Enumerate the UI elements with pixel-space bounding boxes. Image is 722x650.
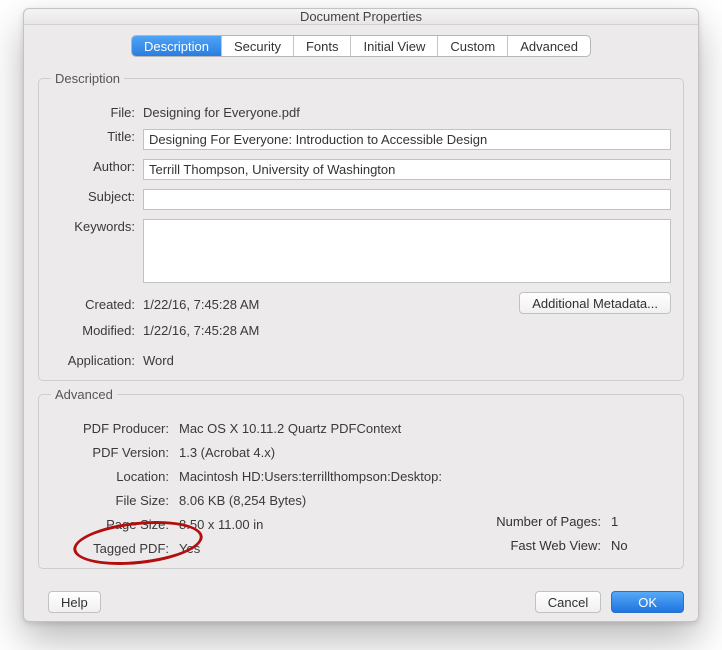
created-label: Created:	[51, 294, 143, 312]
tab-bar: Description Security Fonts Initial View …	[24, 35, 698, 57]
subject-label: Subject:	[51, 186, 143, 204]
window-title: Document Properties	[300, 9, 422, 24]
application-label: Application:	[51, 350, 143, 368]
help-button[interactable]: Help	[48, 591, 101, 613]
pdf-producer-label: PDF Producer:	[51, 418, 179, 436]
tab-advanced[interactable]: Advanced	[508, 36, 590, 56]
keywords-input[interactable]	[143, 219, 671, 283]
title-label: Title:	[51, 126, 143, 144]
segmented-control: Description Security Fonts Initial View …	[131, 35, 591, 57]
page-size-label: Page Size:	[51, 514, 179, 532]
ok-button[interactable]: OK	[611, 591, 684, 613]
application-value: Word	[143, 350, 671, 368]
pdf-producer-value: Mac OS X 10.11.2 Quartz PDFContext	[179, 418, 671, 436]
num-pages-label: Number of Pages:	[379, 514, 611, 532]
description-group: Description File: Designing for Everyone…	[38, 71, 684, 381]
additional-metadata-button[interactable]: Additional Metadata...	[519, 292, 671, 314]
file-value: Designing for Everyone.pdf	[143, 102, 671, 120]
tagged-pdf-label: Tagged PDF:	[51, 538, 179, 556]
tab-description[interactable]: Description	[132, 36, 222, 56]
tab-initial-view[interactable]: Initial View	[351, 36, 438, 56]
num-pages-value: 1	[611, 514, 671, 532]
page-size-value: 8.50 x 11.00 in	[179, 514, 379, 532]
tagged-pdf-value: Yes	[179, 538, 379, 556]
cancel-button[interactable]: Cancel	[535, 591, 601, 613]
description-legend: Description	[51, 71, 124, 86]
fast-web-value: No	[611, 538, 671, 556]
pdf-version-label: PDF Version:	[51, 442, 179, 460]
created-value: 1/22/16, 7:45:28 AM	[143, 294, 519, 312]
keywords-label: Keywords:	[51, 216, 143, 234]
tab-fonts[interactable]: Fonts	[294, 36, 352, 56]
subject-input[interactable]	[143, 189, 671, 210]
advanced-legend: Advanced	[51, 387, 117, 402]
location-label: Location:	[51, 466, 179, 484]
file-size-value: 8.06 KB (8,254 Bytes)	[179, 490, 671, 508]
advanced-group: Advanced PDF Producer: Mac OS X 10.11.2 …	[38, 387, 684, 569]
tab-security[interactable]: Security	[222, 36, 294, 56]
dialog-window: Document Properties Description Security…	[23, 8, 699, 622]
author-input[interactable]	[143, 159, 671, 180]
bottom-bar: Help Cancel OK	[24, 581, 698, 625]
fast-web-label: Fast Web View:	[379, 538, 611, 556]
author-label: Author:	[51, 156, 143, 174]
file-label: File:	[51, 102, 143, 120]
file-size-label: File Size:	[51, 490, 179, 508]
modified-value: 1/22/16, 7:45:28 AM	[143, 320, 671, 338]
tab-custom[interactable]: Custom	[438, 36, 508, 56]
location-value: Macintosh HD:Users:terrillthompson:Deskt…	[179, 466, 671, 484]
modified-label: Modified:	[51, 320, 143, 338]
titlebar: Document Properties	[24, 9, 698, 25]
title-input[interactable]	[143, 129, 671, 150]
panel-area: Description File: Designing for Everyone…	[24, 59, 698, 581]
pdf-version-value: 1.3 (Acrobat 4.x)	[179, 442, 671, 460]
